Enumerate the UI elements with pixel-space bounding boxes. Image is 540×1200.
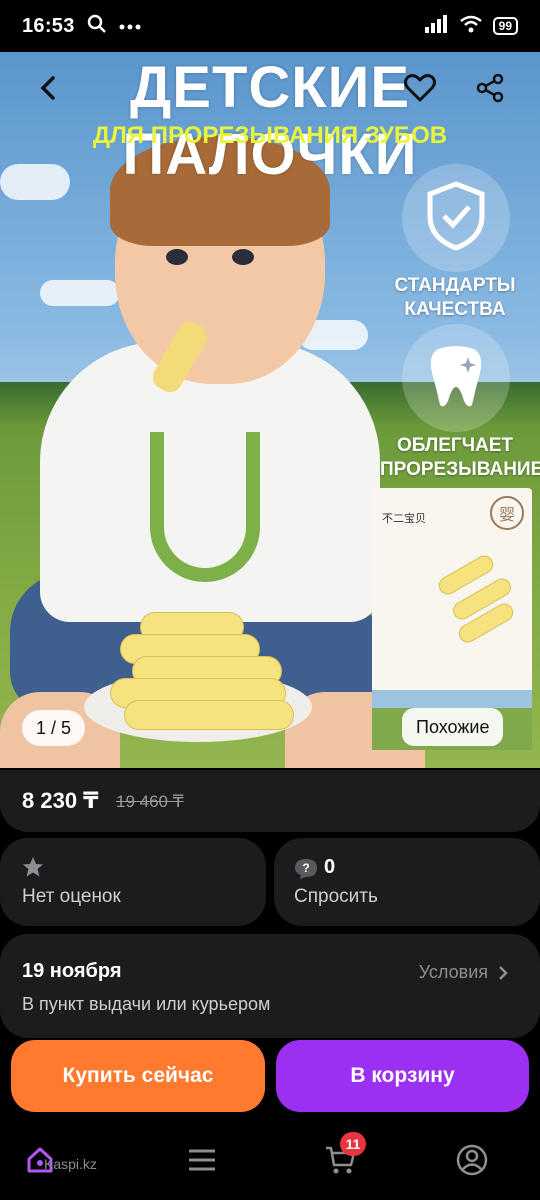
status-bar: 16:53 99 — [0, 0, 540, 52]
question-bubble-icon: ? — [294, 858, 318, 885]
heart-icon — [404, 74, 436, 102]
cloud — [40, 280, 120, 306]
search-status-icon — [87, 14, 107, 39]
cart-count-badge: 11 — [340, 1132, 366, 1156]
nav-cart[interactable]: 11 — [310, 1132, 370, 1180]
delivery-terms-link[interactable]: Условия — [419, 962, 508, 983]
nav-profile[interactable] — [442, 1140, 502, 1180]
nav-catalog[interactable] — [172, 1140, 232, 1180]
ask-label: Спросить — [294, 886, 378, 907]
quality-badge-label: СТАНДАРТЫ КАЧЕСТВА — [394, 275, 516, 320]
share-icon — [476, 73, 504, 103]
profile-icon — [456, 1144, 488, 1176]
wifi-icon — [459, 15, 483, 38]
delivery-card: 19 ноября Условия В пункт выдачи или кур… — [0, 934, 540, 1038]
star-icon — [22, 856, 44, 883]
delivery-terms-label: Условия — [418, 962, 488, 982]
questions-count: 0 — [324, 856, 336, 878]
rating-card[interactable]: Нет оценок — [0, 838, 266, 926]
teething-badge-label: ОБЛЕГЧАЕТ ПРОРЕЗЫВАНИЕ — [380, 435, 540, 480]
delivery-method: В пункт выдачи или курьером — [22, 994, 271, 1014]
rating-label: Нет оценок — [22, 886, 121, 907]
svg-text:?: ? — [302, 861, 309, 875]
baby-eye — [166, 249, 188, 265]
package-seal: 婴 — [490, 496, 524, 530]
teether-strap — [150, 432, 260, 582]
delivery-date: 19 ноября — [22, 960, 122, 982]
price-section: 8 230 ₸ 19 460 ₸ — [0, 770, 540, 832]
bottom-navigation: Kaspi.kz 11 — [0, 1120, 540, 1200]
teething-badge — [402, 324, 510, 432]
product-image-gallery[interactable]: 不二宝贝 婴 ДЕТСКИЕ ПАЛОЧКИ ДЛЯ ПРОРЕЗЫВАНИЯ … — [0, 52, 540, 768]
add-to-cart-button[interactable]: В корзину — [276, 1040, 529, 1112]
brand-watermark: Kaspi.kz — [44, 1156, 97, 1172]
more-dots-icon — [119, 17, 141, 35]
signal-icon — [424, 14, 449, 38]
price-old: 19 460 ₸ — [116, 792, 184, 811]
baby-eye — [232, 249, 254, 265]
favorite-button[interactable] — [396, 64, 444, 112]
status-time: 16:53 — [22, 14, 75, 37]
back-button[interactable] — [24, 64, 72, 112]
package-brand: 不二宝贝 — [382, 513, 426, 525]
share-button[interactable] — [466, 64, 514, 112]
price-current: 8 230 ₸ — [22, 788, 99, 813]
image-counter: 1 / 5 — [22, 710, 86, 746]
menu-icon — [189, 1149, 215, 1171]
chevron-left-icon — [40, 76, 55, 100]
teething-sticks-pile — [104, 612, 294, 732]
similar-button[interactable]: Похожие — [402, 708, 504, 746]
shield-check-icon — [424, 180, 488, 257]
battery-indicator: 99 — [492, 17, 518, 35]
tooth-icon — [426, 343, 486, 414]
ask-question-card[interactable]: ? 0 Спросить — [274, 838, 540, 926]
hero-subtitle: ДЛЯ ПРОРЕЗЫВАНИЯ ЗУБОВ — [92, 122, 448, 149]
chevron-right-icon — [499, 965, 508, 980]
package-sticks — [435, 552, 520, 646]
buy-now-button[interactable]: Купить сейчас — [11, 1040, 265, 1112]
quality-badge — [402, 164, 510, 272]
